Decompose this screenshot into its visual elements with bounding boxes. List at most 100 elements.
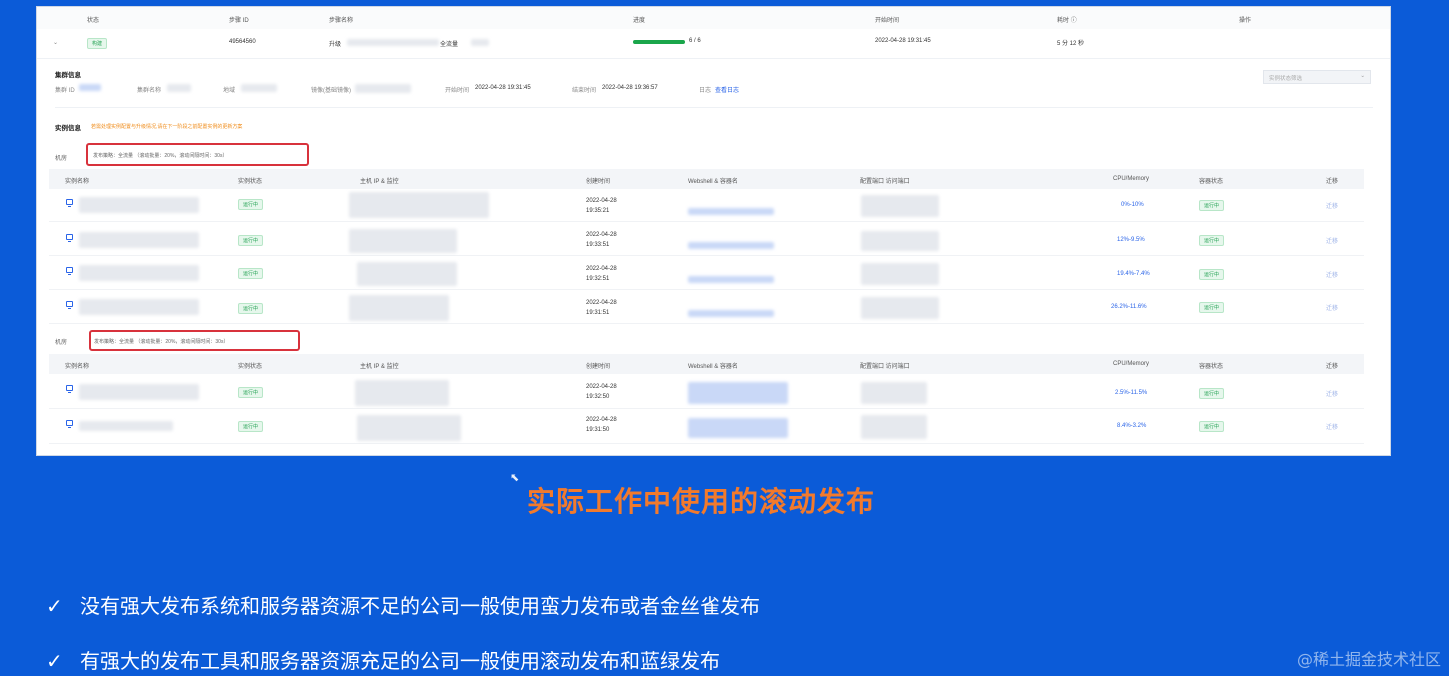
col-action: 操作 xyxy=(1239,18,1252,24)
col-created: 创建时间 xyxy=(586,364,611,370)
created-time: 19:31:51 xyxy=(586,310,610,316)
table-row[interactable]: 运行中 2022-04-28 19:31:50 8.4%-3.2% 运行中 迁移 xyxy=(49,410,1364,444)
col-migrate: 迁移 xyxy=(1326,179,1339,185)
created-time: 19:31:50 xyxy=(586,427,610,433)
progress-fill xyxy=(633,40,685,44)
redacted-host-ip xyxy=(349,295,449,321)
cpu-memory-usage: 0%-10% xyxy=(1121,202,1144,208)
region-label: 地域 xyxy=(223,88,236,94)
cluster-info-title: 集群信息 xyxy=(55,72,81,79)
redacted-instance-name xyxy=(79,299,199,315)
console-screenshot: 状态 步骤 ID 步骤名称 进度 开始时间 耗时 ⓘ 操作 ⌄ 构建 49564… xyxy=(36,6,1391,456)
instance-status-filter[interactable]: 实例状态筛选 ⌄ xyxy=(1263,70,1371,84)
col-instance-name: 实例名称 xyxy=(65,179,90,185)
redacted-step-name xyxy=(347,39,439,46)
created-date: 2022-04-28 xyxy=(586,198,617,204)
created-date: 2022-04-28 xyxy=(586,384,617,390)
col-step-id: 步骤 ID xyxy=(229,18,249,24)
redacted-ports xyxy=(861,382,927,404)
room-label: 机房 xyxy=(55,156,68,162)
job-row[interactable]: ⌄ 构建 49564560 升级 全流量 6 / 6 2022-04-28 19… xyxy=(37,29,1390,59)
job-status-badge: 构建 xyxy=(87,38,108,49)
col-created: 创建时间 xyxy=(586,179,611,185)
col-progress: 进度 xyxy=(633,18,646,24)
container-status-badge: 运行中 xyxy=(1199,388,1225,399)
redacted-webshell xyxy=(688,276,774,283)
progress-text: 6 / 6 xyxy=(689,38,701,44)
cluster-name-label: 集群名称 xyxy=(137,88,162,94)
migrate-link[interactable]: 迁移 xyxy=(1326,236,1338,245)
vm-icon xyxy=(66,385,73,393)
table-row[interactable]: 运行中 2022-04-28 19:32:51 19.4%-7.4% 运行中 迁… xyxy=(49,257,1364,290)
table-row[interactable]: 运行中 2022-04-28 19:32:50 2.5%-11.5% 运行中 迁… xyxy=(49,375,1364,409)
check-icon: ✓ xyxy=(46,594,63,618)
chevron-down-icon: ⌄ xyxy=(1360,73,1365,79)
redacted-ports xyxy=(861,231,939,251)
redacted-instance-name xyxy=(79,384,199,400)
cluster-start-time: 2022-04-28 19:31:45 xyxy=(475,85,531,91)
chevron-down-icon[interactable]: ⌄ xyxy=(53,39,58,46)
migrate-link[interactable]: 迁移 xyxy=(1326,201,1338,210)
progress-bar xyxy=(633,40,685,44)
start-time-label: 开始时间 xyxy=(445,88,470,94)
redacted-host-ip xyxy=(357,415,461,441)
vm-icon xyxy=(66,199,73,207)
bullet-item: ✓ 没有强大发布系统和服务器资源不足的公司一般使用蛮力发布或者金丝雀发布 xyxy=(46,590,760,619)
created-time: 19:32:51 xyxy=(586,276,610,282)
created-date: 2022-04-28 xyxy=(586,300,617,306)
col-host-ip: 主机 IP & 监控 xyxy=(360,179,399,185)
col-migrate: 迁移 xyxy=(1326,364,1339,370)
col-host-ip: 主机 IP & 监控 xyxy=(360,364,399,370)
redacted-cluster-name xyxy=(167,84,191,92)
table-row[interactable]: 运行中 2022-04-28 19:33:51 12%-9.5% 运行中 迁移 xyxy=(49,223,1364,256)
release-strategy: 发布策略：全流量 （滚动批量：20%，滚动间隔时间：30s） xyxy=(93,153,228,159)
step-name-prefix: 升级 xyxy=(329,42,342,48)
table-row[interactable]: 运行中 2022-04-28 19:35:21 0%-10% 运行中 迁移 xyxy=(49,189,1364,222)
container-status-badge: 运行中 xyxy=(1199,421,1225,432)
container-status-badge: 运行中 xyxy=(1199,269,1225,280)
redacted-ports xyxy=(861,195,939,217)
redacted-ports xyxy=(861,263,939,285)
vm-icon xyxy=(66,301,73,309)
redacted-host-ip xyxy=(349,192,489,218)
filter-placeholder: 实例状态筛选 xyxy=(1269,76,1303,82)
migrate-link[interactable]: 迁移 xyxy=(1326,389,1338,398)
migrate-link[interactable]: 迁移 xyxy=(1326,270,1338,279)
redacted-webshell xyxy=(688,418,788,438)
redacted-host-ip xyxy=(355,380,449,406)
room-label: 机房 xyxy=(55,340,68,346)
cpu-memory-usage: 26.2%-11.6% xyxy=(1111,304,1147,310)
table-row[interactable]: 运行中 2022-04-28 19:31:51 26.2%-11.6% 运行中 … xyxy=(49,291,1364,324)
col-container-status: 容器状态 xyxy=(1199,179,1224,185)
migrate-link[interactable]: 迁移 xyxy=(1326,422,1338,431)
bullet-text: 有强大的发布工具和服务器资源充足的公司一般使用滚动发布和蓝绿发布 xyxy=(80,649,720,673)
cluster-end-time: 2022-04-28 19:36:57 xyxy=(602,85,658,91)
instance-status-badge: 运行中 xyxy=(238,303,264,314)
redacted-region xyxy=(241,84,277,92)
bullet-text: 没有强大发布系统和服务器资源不足的公司一般使用蛮力发布或者金丝雀发布 xyxy=(80,594,760,618)
instance-status-badge: 运行中 xyxy=(238,387,264,398)
redacted-suffix xyxy=(471,39,489,46)
instance-status-badge: 运行中 xyxy=(238,235,264,246)
redacted-cluster-id xyxy=(79,84,101,91)
migrate-link[interactable]: 迁移 xyxy=(1326,303,1338,312)
check-icon: ✓ xyxy=(46,649,63,673)
bullet-item: ✓ 有强大的发布工具和服务器资源充足的公司一般使用滚动发布和蓝绿发布 xyxy=(46,645,720,674)
redacted-host-ip xyxy=(349,229,457,253)
instance-info-title: 实例信息 xyxy=(55,125,81,132)
instance-status-badge: 运行中 xyxy=(238,268,264,279)
col-instance-status: 实例状态 xyxy=(238,364,263,370)
col-instance-name: 实例名称 xyxy=(65,364,90,370)
instance-table-header: 实例名称 实例状态 主机 IP & 监控 创建时间 Webshell & 容器名… xyxy=(49,354,1364,374)
instance-status-badge: 运行中 xyxy=(238,199,264,210)
duration: 5 分 12 秒 xyxy=(1057,41,1085,47)
created-date: 2022-04-28 xyxy=(586,232,617,238)
vm-icon xyxy=(66,267,73,275)
cpu-memory-usage: 8.4%-3.2% xyxy=(1117,423,1147,429)
created-time: 19:35:21 xyxy=(586,208,610,214)
release-strategy: 发布策略：全流量 （滚动批量：20%，滚动间隔时间：30s） xyxy=(94,339,229,345)
col-status: 状态 xyxy=(87,18,100,24)
log-label: 日志 xyxy=(699,88,712,94)
instance-status-badge: 运行中 xyxy=(238,421,264,432)
view-log-link[interactable]: 查看日志 xyxy=(715,85,739,94)
